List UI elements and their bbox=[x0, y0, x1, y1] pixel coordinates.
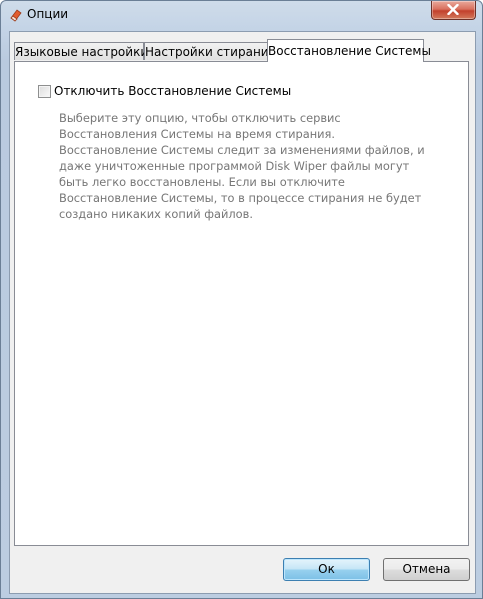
tab-system-restore[interactable]: Восстановление Системы bbox=[267, 39, 431, 62]
close-icon bbox=[447, 4, 459, 15]
options-window: Опции Языковые настройки Настройки стира… bbox=[0, 0, 483, 599]
disable-system-restore-label[interactable]: Отключить Восстановление Системы bbox=[54, 84, 291, 98]
disable-system-restore-checkbox[interactable] bbox=[38, 85, 51, 98]
option-description: Выберите эту опцию, чтобы отключить серв… bbox=[59, 111, 425, 221]
tab-panel-system-restore: Отключить Восстановление Системы Выберит… bbox=[14, 61, 469, 546]
cancel-button[interactable]: Отмена bbox=[383, 558, 470, 581]
window-title: Опции bbox=[27, 7, 69, 21]
ok-button[interactable]: Ок bbox=[283, 558, 370, 581]
tab-wipe-settings[interactable]: Настройки стирания bbox=[144, 42, 276, 60]
close-button[interactable] bbox=[431, 1, 476, 20]
eraser-icon bbox=[9, 8, 23, 22]
title-bar[interactable]: Опции bbox=[1, 1, 482, 29]
tab-language-settings[interactable]: Языковые настройки bbox=[14, 42, 148, 60]
dialog-body: Языковые настройки Настройки стирания Во… bbox=[9, 31, 476, 594]
